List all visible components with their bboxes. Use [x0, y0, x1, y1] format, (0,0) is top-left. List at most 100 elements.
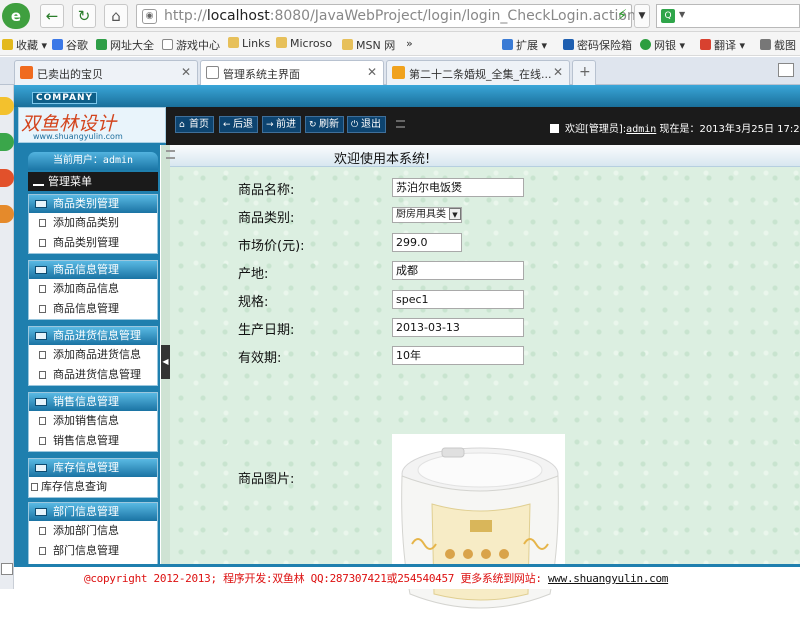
- spec-field[interactable]: spec1: [392, 290, 524, 309]
- menu-group-product: 商品信息管理 添加商品信息 商品信息管理: [28, 260, 158, 320]
- browser-toolbar: e ← ↻ ⌂ ◉ http://localhost:8080/JavaWebP…: [0, 0, 800, 32]
- menu-group-header[interactable]: 销售信息管理: [29, 393, 157, 411]
- search-box[interactable]: Q ▼: [656, 4, 800, 28]
- menu-item-manage-sale[interactable]: 销售信息管理: [29, 431, 157, 451]
- banner-strip: [14, 85, 800, 107]
- document-icon: [39, 305, 46, 313]
- welcome-user-link[interactable]: admin: [626, 124, 656, 135]
- document-icon: [39, 417, 46, 425]
- app-icon[interactable]: [0, 205, 14, 223]
- nav-back-button[interactable]: ← 后退: [219, 116, 258, 133]
- nav-forward-button[interactable]: → 前进: [262, 116, 301, 133]
- product-name-label: 商品名称:: [238, 183, 295, 198]
- menu-item-add-department[interactable]: 添加部门信息: [29, 521, 157, 541]
- back-icon: ←: [223, 120, 231, 130]
- document-icon: [39, 437, 46, 445]
- bookmark-hao123[interactable]: 网址大全: [96, 37, 154, 53]
- nav-refresh-button[interactable]: ↻ 刷新: [305, 116, 344, 133]
- origin-field[interactable]: 成都: [392, 261, 524, 280]
- tab-menu-icon[interactable]: [778, 63, 794, 77]
- chat-icon[interactable]: [0, 133, 14, 151]
- close-icon[interactable]: ✕: [181, 65, 191, 79]
- back-arrow-icon[interactable]: ←: [40, 4, 64, 28]
- url-text: http://localhost:8080/JavaWebProject/log…: [164, 8, 636, 24]
- menu-item-query-inventory[interactable]: 库存信息查询: [29, 477, 157, 497]
- bookmark-screenshot[interactable]: 截图: [760, 37, 796, 53]
- sidebar-toggle-icon[interactable]: [1, 563, 13, 575]
- new-tab-button[interactable]: +: [572, 60, 596, 85]
- bookmark-google[interactable]: 谷歌: [52, 37, 88, 53]
- tab-video[interactable]: 第二十二条婚规_全集_在线... ✕: [386, 60, 570, 85]
- production-date-field[interactable]: 2013-03-13: [392, 318, 524, 337]
- home-icon: ⌂: [179, 120, 185, 130]
- tab-sold-items[interactable]: 已卖出的宝贝 ✕: [14, 60, 198, 85]
- menu-item-add-sale[interactable]: 添加销售信息: [29, 411, 157, 431]
- product-name-field[interactable]: 苏泊尔电饭煲: [392, 178, 524, 197]
- weibo-icon[interactable]: [0, 169, 14, 187]
- bookmarks-bar: 收藏 ▾ 谷歌 网址大全 游戏中心 Links Microso MSN 网 » …: [0, 32, 800, 56]
- power-icon: ⏻: [351, 120, 359, 130]
- menu-group-header[interactable]: 商品进货信息管理: [29, 327, 157, 345]
- menu-item-manage-department[interactable]: 部门信息管理: [29, 541, 157, 561]
- bookmark-bank[interactable]: 网银 ▾: [640, 37, 685, 53]
- nav-home-button[interactable]: ⌂ 首页: [175, 116, 214, 133]
- collapse-arrow-icon[interactable]: ◀: [161, 345, 170, 379]
- tab-admin-main[interactable]: 管理系统主界面 ✕: [200, 60, 384, 86]
- product-image: [392, 434, 565, 624]
- page-icon: [162, 39, 173, 50]
- checkbox-icon[interactable]: [550, 124, 559, 133]
- bookmark-password[interactable]: 密码保险箱: [563, 37, 632, 53]
- menu-group-header[interactable]: 库存信息管理: [29, 459, 157, 477]
- menu-group-header[interactable]: 部门信息管理: [29, 503, 157, 521]
- menu-item-add-purchase[interactable]: 添加商品进货信息: [29, 345, 157, 365]
- company-label: COMPANY: [32, 92, 97, 104]
- menu-item-manage-purchase[interactable]: 商品进货信息管理: [29, 365, 157, 385]
- lightning-icon[interactable]: ⚡: [612, 4, 632, 28]
- document-icon: [39, 371, 46, 379]
- menu-item-add-category[interactable]: 添加商品类别: [29, 213, 157, 233]
- menu-item-add-product[interactable]: 添加商品信息: [29, 279, 157, 299]
- close-icon[interactable]: ✕: [367, 65, 377, 79]
- market-price-field[interactable]: 299.0: [392, 233, 462, 252]
- bookmark-games[interactable]: 游戏中心: [162, 37, 220, 53]
- menu-group-header[interactable]: 商品信息管理: [29, 261, 157, 279]
- shield-icon: [640, 39, 651, 50]
- menu-group-header[interactable]: 商品类别管理: [29, 195, 157, 213]
- folder-icon: [35, 508, 47, 516]
- validity-field[interactable]: 10年: [392, 346, 524, 365]
- bookmark-extensions[interactable]: 扩展 ▾: [502, 37, 547, 53]
- bookmark-translate[interactable]: 翻译 ▾: [700, 37, 745, 53]
- home-icon[interactable]: ⌂: [104, 4, 128, 28]
- product-category-select[interactable]: 厨房用具类 ▼: [392, 207, 462, 223]
- shield-icon: ◉: [142, 9, 157, 24]
- address-bar[interactable]: ◉ http://localhost:8080/JavaWebProject/l…: [136, 4, 636, 28]
- close-icon[interactable]: ✕: [553, 65, 563, 79]
- document-icon: [39, 351, 46, 359]
- bookmark-favorites[interactable]: 收藏 ▾: [2, 37, 47, 53]
- chevron-down-icon[interactable]: ▼: [679, 10, 685, 19]
- document-icon: [39, 547, 46, 555]
- bookmark-microsoft[interactable]: Microso: [276, 37, 332, 50]
- website-link[interactable]: www.shuangyulin.com: [548, 572, 668, 585]
- nav-logout-button[interactable]: ⏻ 退出: [347, 116, 386, 133]
- browser-logo-icon[interactable]: e: [2, 3, 30, 29]
- admin-app: COMPANY 双鱼林设计 www.shuangyulin.com ⌂ 首页 ← 后…: [14, 85, 800, 624]
- menu-item-manage-product[interactable]: 商品信息管理: [29, 299, 157, 319]
- sidebar: 当前用户：admin 管理菜单 商品类别管理 添加商品类别 商品类别管理 商品信…: [14, 145, 160, 589]
- bookmarks-overflow[interactable]: »: [406, 37, 413, 50]
- market-price-label: 市场价(元):: [238, 239, 305, 254]
- product-image-label: 商品图片:: [238, 472, 295, 487]
- scissors-icon: [760, 39, 771, 50]
- menu-item-manage-category[interactable]: 商品类别管理: [29, 233, 157, 253]
- tab-strip: 已卖出的宝贝 ✕ 管理系统主界面 ✕ 第二十二条婚规_全集_在线... ✕ +: [0, 57, 800, 86]
- content-title: 欢迎使用本系统!: [334, 152, 431, 167]
- bookmark-msn[interactable]: MSN 网: [342, 37, 395, 53]
- translate-icon: [700, 39, 711, 50]
- reload-icon[interactable]: ↻: [72, 4, 96, 28]
- chevron-down-icon: ▼: [449, 208, 461, 220]
- search-engine-icon[interactable]: Q: [661, 9, 675, 23]
- favorites-star-icon[interactable]: [0, 97, 14, 115]
- chevron-down-icon[interactable]: ▼: [634, 4, 650, 28]
- bar-chart-icon: [33, 177, 44, 186]
- bookmark-links[interactable]: Links: [228, 37, 270, 50]
